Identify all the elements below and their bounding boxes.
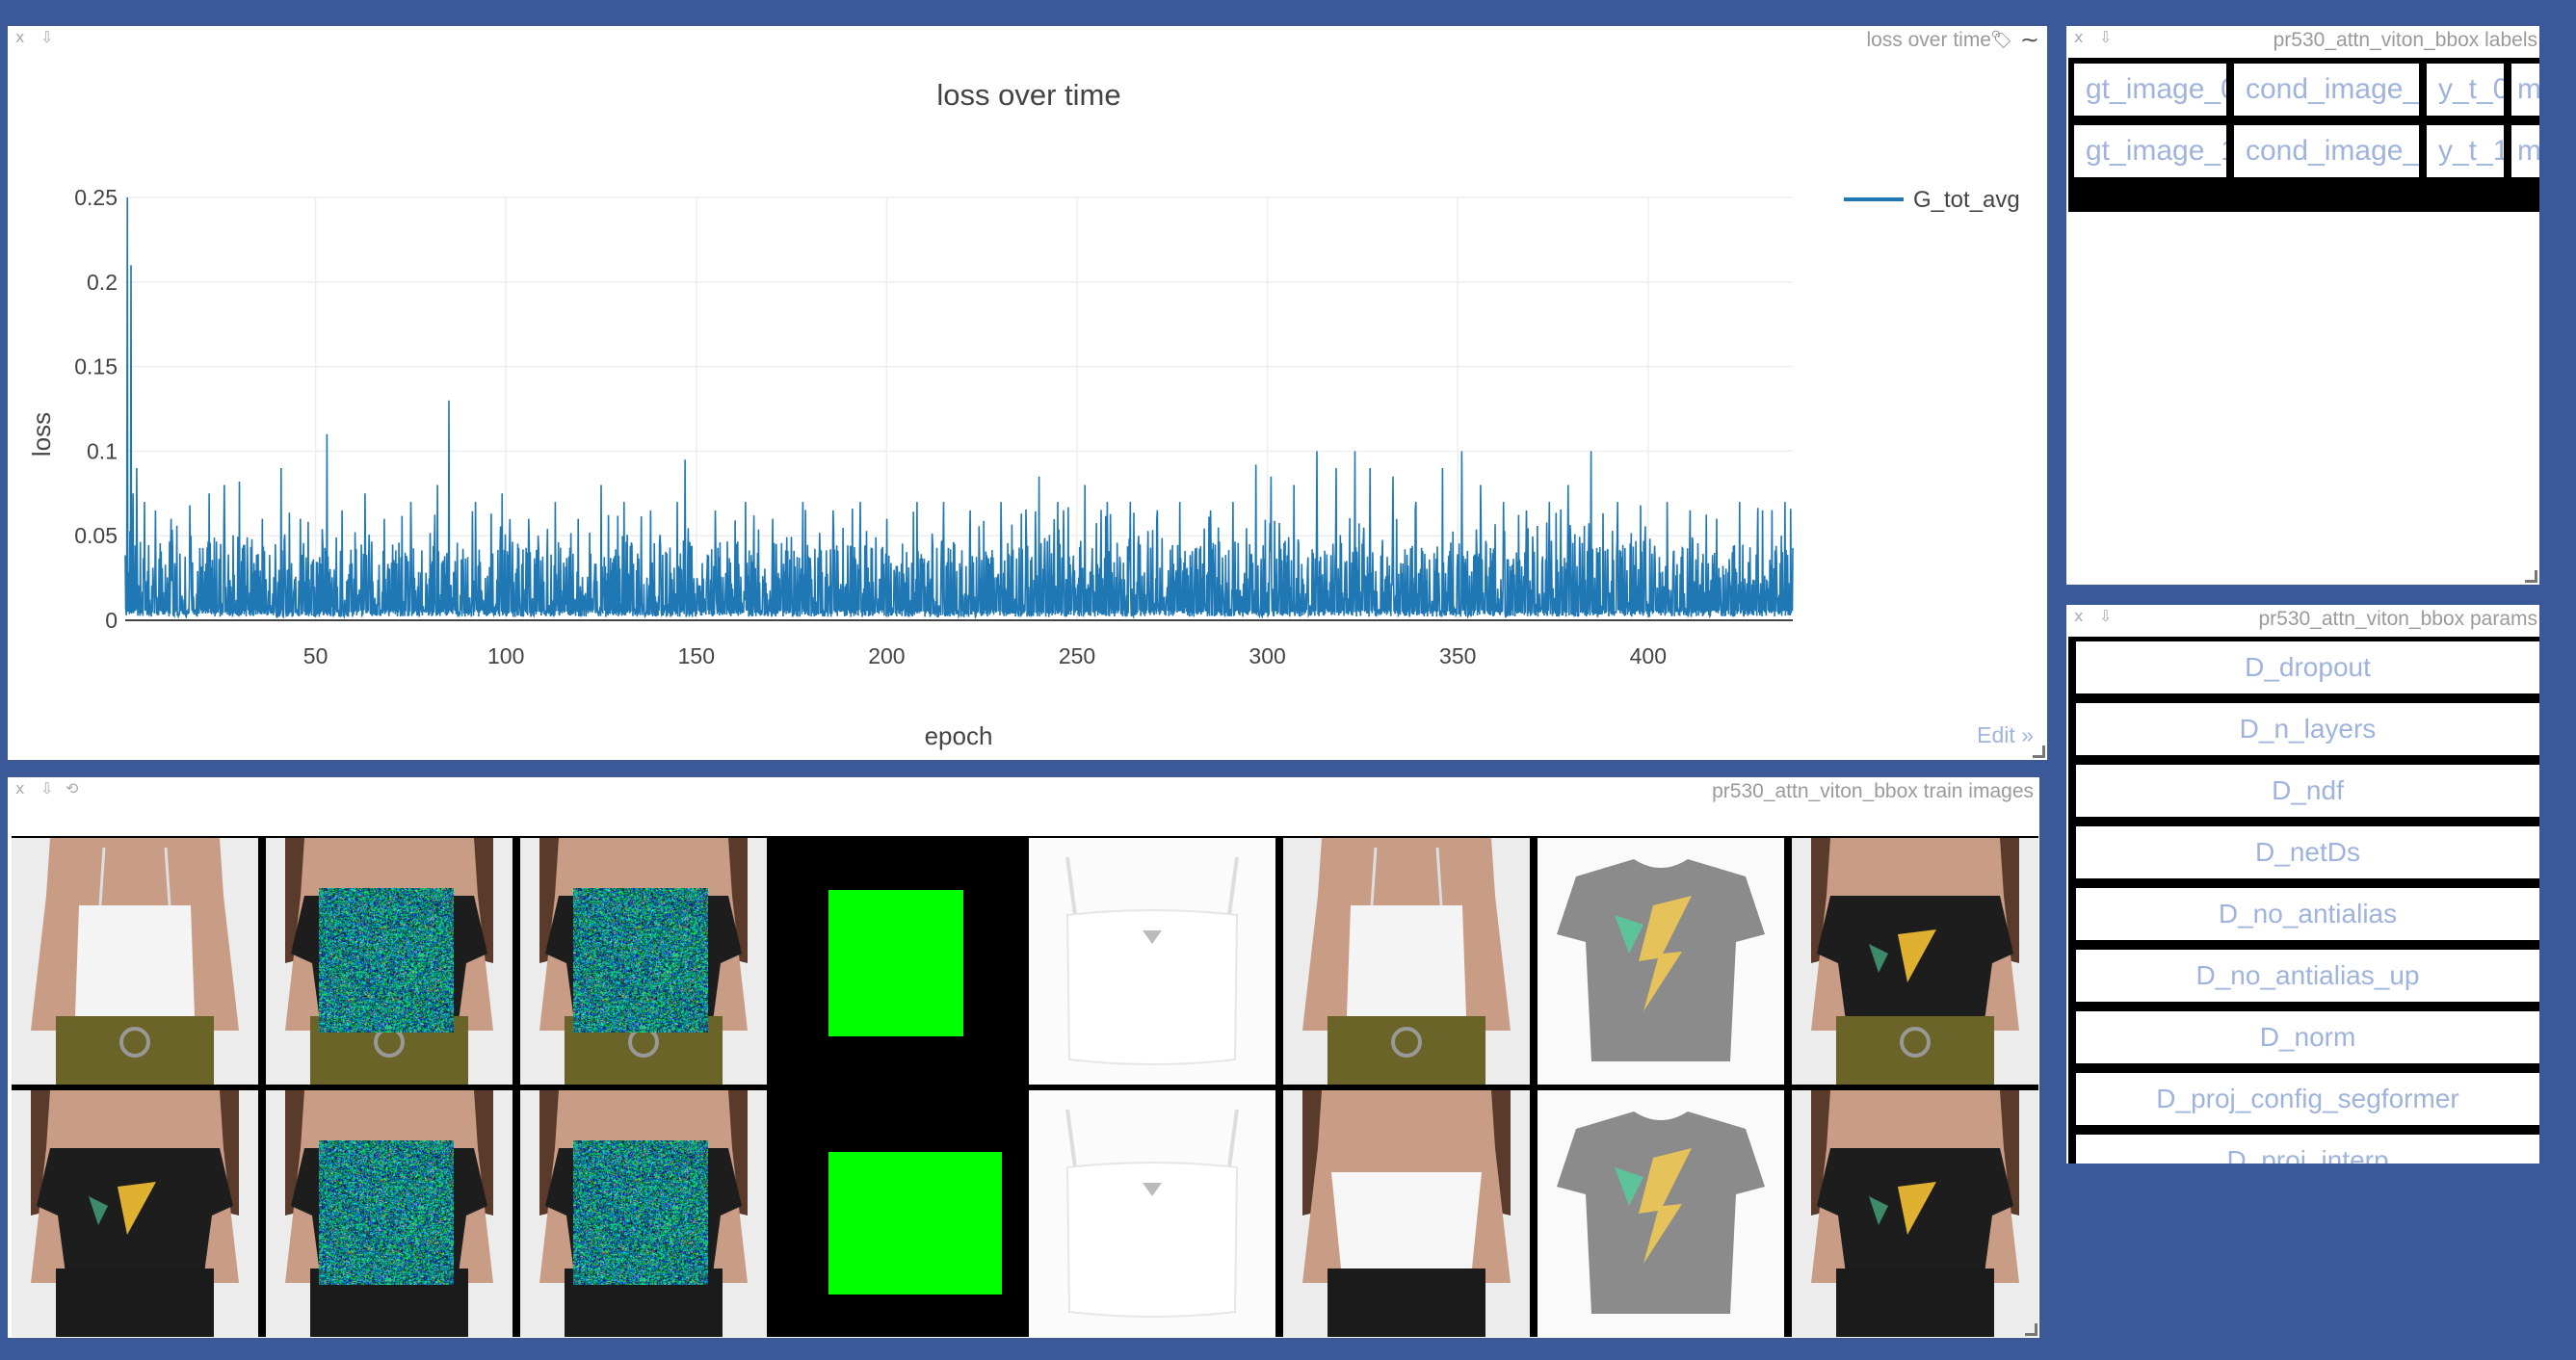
chart-series [124, 196, 1794, 620]
close-icon[interactable]: x [15, 779, 24, 798]
mask-region [828, 1152, 1002, 1295]
garment-image [1538, 1090, 1784, 1337]
person-image [12, 1090, 258, 1337]
series-line-g-tot-avg [124, 196, 1794, 620]
person-image [1792, 1090, 2038, 1337]
label-cell: y_t_1 [2427, 125, 2504, 177]
garment-image [1029, 838, 1275, 1085]
x-tick-label: 250 [1059, 643, 1095, 668]
loss-chart[interactable]: loss over time 50 100 150 200 250 300 350 400 0 0… [8, 26, 2047, 760]
download-icon[interactable]: ⇩ [2099, 28, 2112, 46]
y-tick-label: 0.05 [74, 523, 118, 548]
params-pane-bar: x ⇩ pr530_attn_viton_bbox params [2066, 605, 2539, 630]
param-item[interactable]: D_ndf [2076, 765, 2539, 817]
download-icon[interactable]: ⇩ [2099, 607, 2112, 625]
y-tick-label: 0.1 [87, 438, 118, 463]
noisy-image [266, 1090, 513, 1337]
params-pane-title: pr530_attn_viton_bbox params [2258, 608, 2537, 630]
close-icon[interactable]: x [2074, 28, 2083, 46]
mask-region [828, 890, 963, 1036]
noisy-image [266, 838, 513, 1085]
close-icon[interactable]: x [2074, 607, 2083, 625]
garment-image [1029, 1090, 1275, 1337]
label-cell: ma [2511, 64, 2539, 116]
chart-title: loss over time [936, 78, 1120, 112]
resize-handle[interactable] [2033, 745, 2045, 758]
x-axis-label: epoch [925, 721, 993, 750]
x-tick-label: 200 [868, 643, 905, 668]
labels-pane-title: pr530_attn_viton_bbox labels [2273, 29, 2537, 51]
y-tick-label: 0.2 [87, 270, 118, 295]
label-cell: ma [2511, 125, 2539, 177]
param-item[interactable]: D_netDs [2076, 826, 2539, 878]
x-tick-label: 100 [487, 643, 524, 668]
x-tick-label: 50 [303, 643, 329, 668]
edit-plot-link[interactable]: Edit » [1977, 722, 2034, 748]
train-images-pane: x ⇩ ⟲ pr530_attn_viton_bbox train images [8, 777, 2039, 1338]
y-tick-label: 0 [105, 608, 118, 633]
image-grid [12, 836, 2038, 1337]
labels-pane: x ⇩ pr530_attn_viton_bbox labels gt_imag… [2066, 26, 2539, 585]
loss-plot-pane: x ⇩ loss over time 🏷 ∼ loss over time 50… [8, 26, 2047, 760]
label-cell: gt_image_0 [2074, 64, 2226, 116]
label-cell: cond_image_0 [2234, 64, 2419, 116]
noisy-image [520, 838, 767, 1085]
noisy-image [520, 1090, 767, 1337]
y-tick-label: 0.25 [74, 185, 118, 210]
download-icon[interactable]: ⇩ [40, 779, 53, 798]
param-item[interactable]: D_no_antialias_up [2076, 950, 2539, 1002]
person-image [1792, 838, 2038, 1085]
resize-handle[interactable] [2025, 1323, 2037, 1336]
param-item[interactable]: D_norm [2076, 1011, 2539, 1063]
reset-icon[interactable]: ⟲ [66, 779, 78, 798]
labels-table: gt_image_0 cond_image_0 y_t_0 ma gt_imag… [2068, 58, 2539, 212]
y-tick-label: 0.15 [74, 354, 118, 379]
param-item[interactable]: D_dropout [2076, 641, 2539, 693]
legend-label: G_tot_avg [1913, 187, 2020, 213]
labels-pane-bar: x ⇩ pr530_attn_viton_bbox labels [2066, 26, 2539, 51]
images-pane-title: pr530_attn_viton_bbox train images [1712, 780, 2034, 802]
x-tick-label: 400 [1630, 643, 1667, 668]
param-item[interactable]: D_proj_interp [2076, 1135, 2539, 1164]
y-axis-label: loss [27, 412, 56, 457]
resize-handle[interactable] [2525, 570, 2537, 583]
label-cell: gt_image_1 [2074, 125, 2226, 177]
mask-image [775, 838, 1021, 1085]
params-pane: x ⇩ pr530_attn_viton_bbox params D_dropo… [2066, 605, 2539, 1164]
param-item[interactable]: D_no_antialias [2076, 888, 2539, 940]
chart-legend[interactable]: G_tot_avg [1844, 187, 2020, 213]
param-list: D_dropout D_n_layers D_ndf D_netDs D_no_… [2068, 637, 2539, 1164]
label-cell: y_t_0 [2427, 64, 2504, 116]
person-image [12, 838, 258, 1085]
x-tick-label: 350 [1439, 643, 1476, 668]
x-tick-label: 300 [1249, 643, 1285, 668]
mask-image [775, 1090, 1021, 1337]
param-item[interactable]: D_n_layers [2076, 703, 2539, 755]
x-tick-label: 150 [678, 643, 715, 668]
images-pane-bar: x ⇩ ⟲ pr530_attn_viton_bbox train images [8, 777, 2039, 802]
param-item[interactable]: D_proj_config_segformer [2076, 1073, 2539, 1125]
garment-image [1538, 838, 1784, 1085]
label-cell: cond_image_1 [2234, 125, 2419, 177]
person-image [1283, 1090, 1530, 1337]
person-image [1283, 838, 1530, 1085]
